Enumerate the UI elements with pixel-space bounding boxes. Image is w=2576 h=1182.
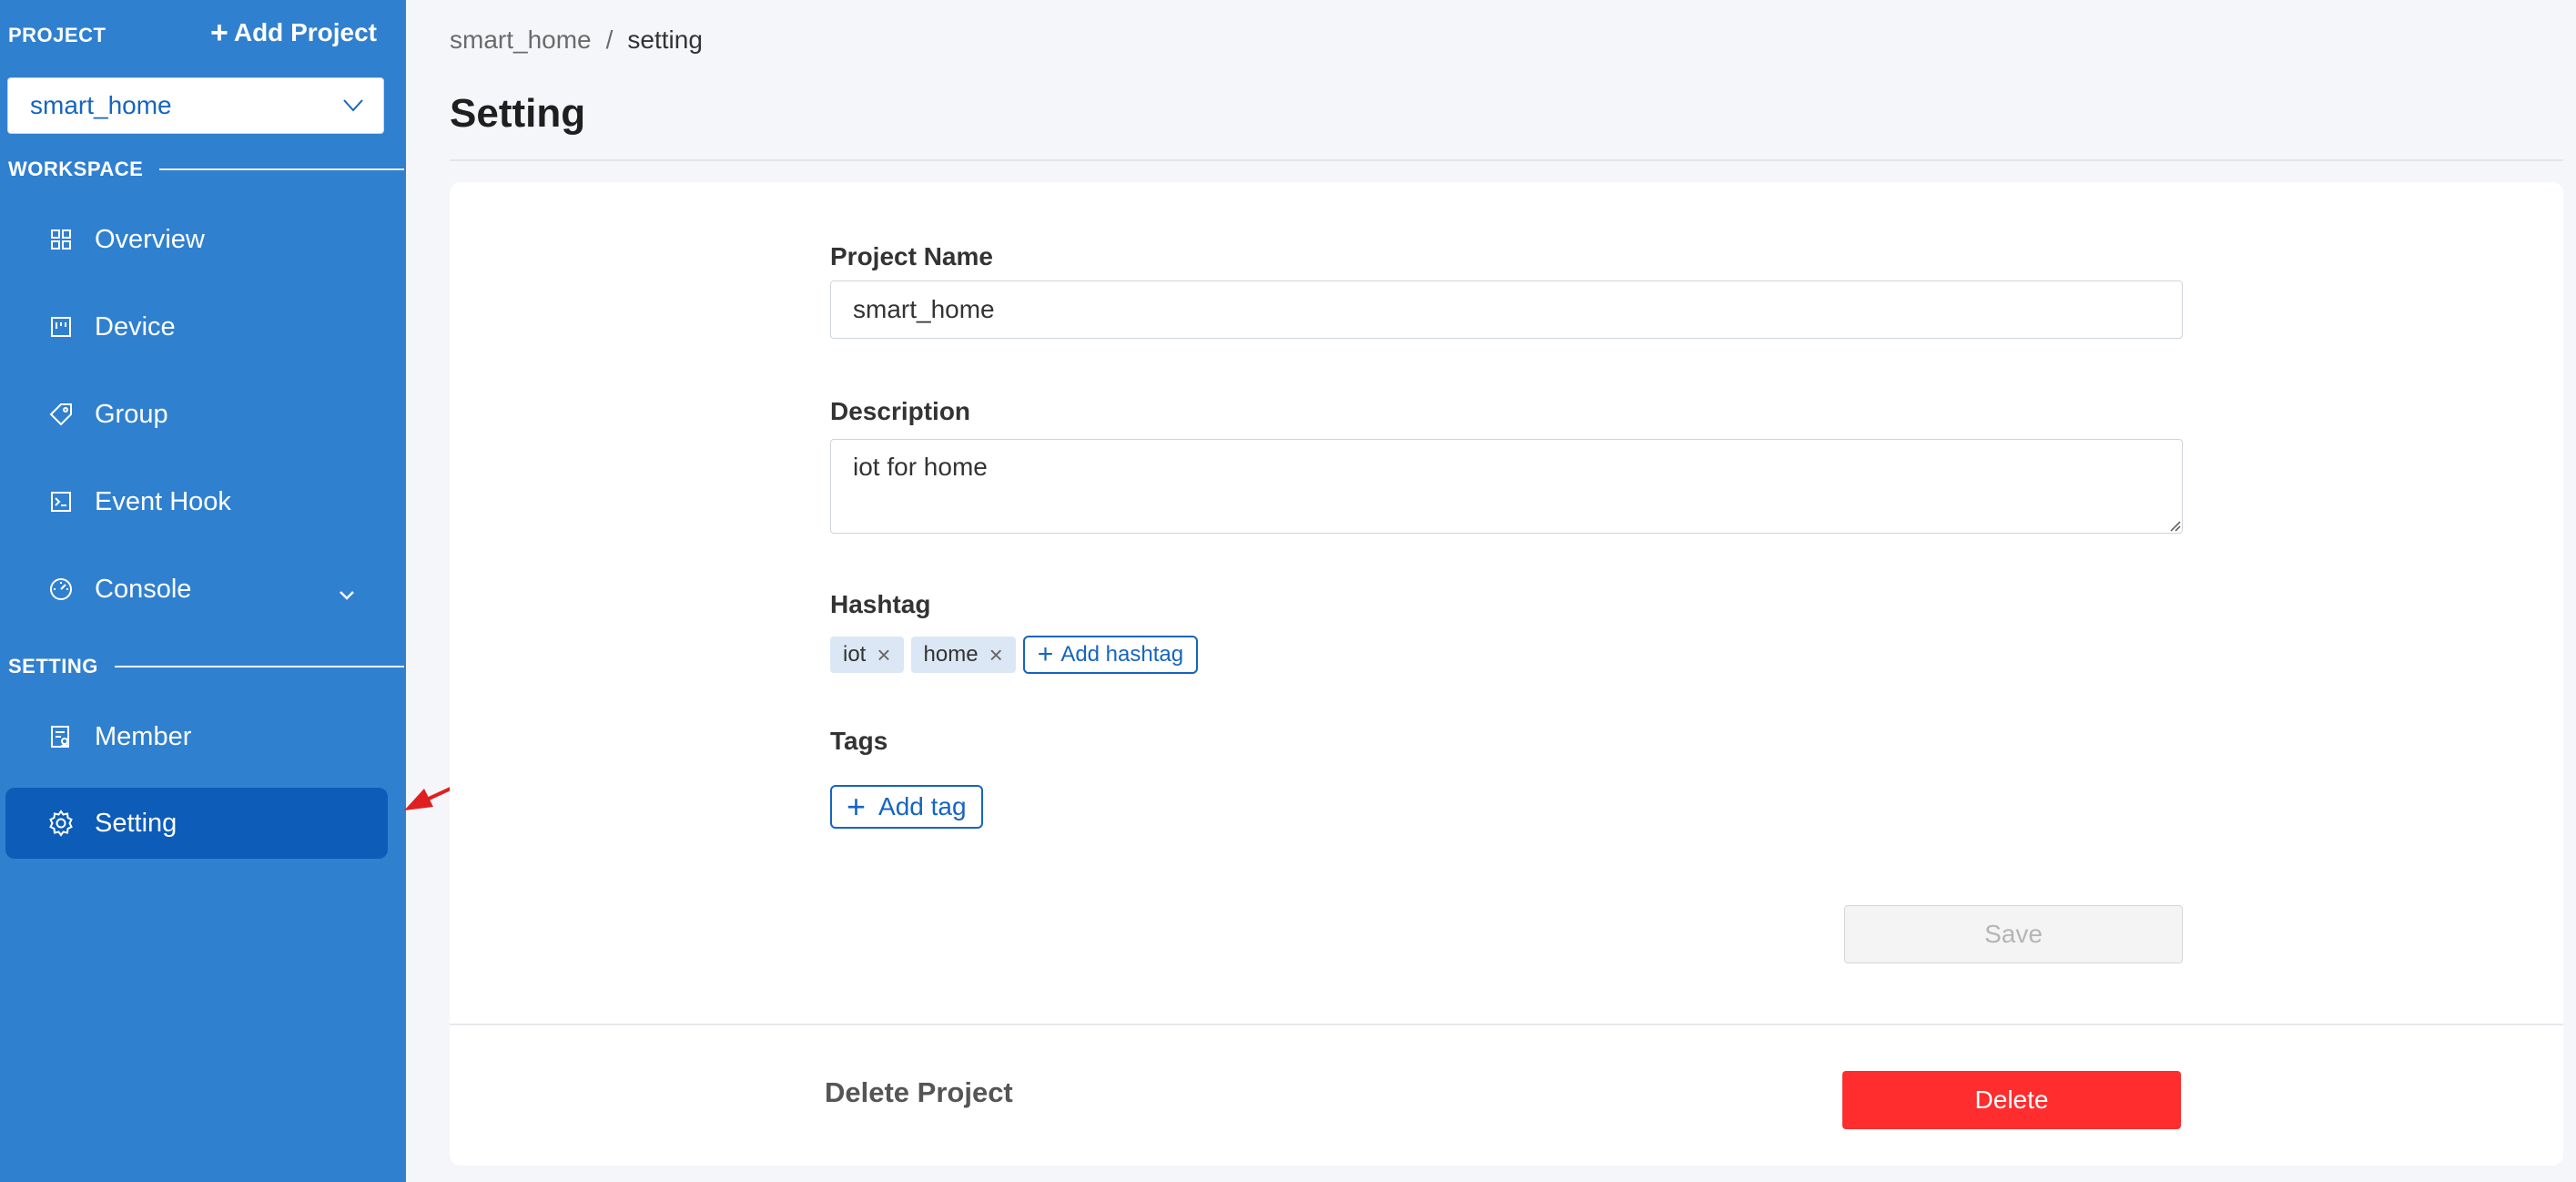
add-tag-label: Add tag — [878, 792, 967, 820]
sidebar-item-label: Device — [95, 311, 176, 341]
plus-icon: + — [847, 788, 867, 825]
hashtag-chip-label: iot — [843, 642, 867, 667]
sidebar-item-label: Event Hook — [95, 486, 231, 516]
close-icon[interactable]: × — [877, 643, 890, 667]
sidebar-item-console[interactable]: Console — [5, 554, 388, 625]
app-window: PROJECT + Add Project smart_home WORKSPA… — [0, 0, 2576, 1182]
sidebar-item-member[interactable]: Member — [5, 701, 388, 772]
dashboard-icon — [47, 576, 75, 603]
add-hashtag-label: Add hashtag — [1060, 642, 1184, 667]
title-divider — [450, 159, 2563, 161]
save-button[interactable]: Save — [1844, 905, 2183, 963]
sidebar-item-label: Overview — [95, 224, 205, 254]
hashtag-list: iot × home × + Add hashtag — [830, 636, 1199, 674]
tag-icon — [47, 401, 75, 428]
main-content: smart_home / setting Setting Project Nam… — [406, 0, 2576, 1182]
workspace-section-header: WORKSPACE — [8, 158, 404, 180]
terminal-icon — [47, 488, 75, 515]
sidebar-item-group[interactable]: Group — [5, 379, 388, 450]
resize-handle-icon[interactable] — [2170, 521, 2181, 532]
hashtag-chip-label: home — [923, 642, 979, 667]
chevron-down-icon — [343, 99, 363, 112]
description-textarea[interactable]: iot for home — [830, 439, 2183, 534]
project-select-value: smart_home — [30, 91, 172, 119]
member-icon — [47, 723, 75, 750]
close-icon[interactable]: × — [989, 643, 1003, 667]
settings-card: Project Name Description iot for home Ha… — [450, 182, 2563, 1166]
sidebar-item-label: Console — [95, 574, 192, 604]
gear-icon — [47, 810, 75, 837]
project-name-input[interactable] — [830, 280, 2183, 339]
description-label: Description — [830, 397, 971, 425]
delete-project-label: Delete Project — [825, 1076, 1013, 1108]
delete-button[interactable]: Delete — [1842, 1071, 2181, 1129]
device-icon — [47, 313, 75, 341]
hashtag-label: Hashtag — [830, 590, 931, 618]
project-name-label: Project Name — [830, 242, 993, 270]
sidebar-item-overview[interactable]: Overview — [5, 204, 388, 275]
sidebar: PROJECT + Add Project smart_home WORKSPA… — [0, 0, 406, 1182]
section-divider — [114, 666, 404, 667]
sidebar-item-label: Member — [95, 721, 192, 751]
project-section-label: PROJECT — [8, 24, 106, 46]
sidebar-item-label: Setting — [95, 808, 177, 838]
breadcrumb-separator: / — [605, 25, 614, 54]
add-tag-button[interactable]: + Add tag — [830, 785, 983, 829]
hashtag-chip: iot × — [830, 637, 904, 673]
add-project-label: Add Project — [233, 18, 377, 46]
tags-label: Tags — [830, 727, 888, 755]
add-project-button[interactable]: + Add Project — [210, 15, 377, 50]
page-title: Setting — [450, 91, 586, 136]
section-divider — [450, 1024, 2563, 1025]
sidebar-item-label: Group — [95, 399, 168, 429]
sidebar-header: PROJECT + Add Project — [0, 0, 406, 69]
workspace-section-label: WORKSPACE — [8, 158, 144, 180]
breadcrumb: smart_home / setting — [450, 25, 703, 55]
sidebar-item-device[interactable]: Device — [5, 291, 388, 362]
add-hashtag-button[interactable]: + Add hashtag — [1022, 636, 1199, 674]
grid-icon — [47, 226, 75, 253]
project-select[interactable]: smart_home — [7, 77, 384, 134]
breadcrumb-project-link[interactable]: smart_home — [450, 25, 592, 55]
setting-section-label: SETTING — [8, 655, 98, 678]
plus-icon: + — [210, 15, 228, 50]
chevron-down-icon[interactable] — [339, 578, 355, 608]
sidebar-item-setting[interactable]: Setting — [5, 788, 388, 859]
section-divider — [159, 168, 404, 170]
setting-section-header: SETTING — [8, 655, 404, 678]
hashtag-chip: home × — [910, 637, 1016, 673]
sidebar-item-event-hook[interactable]: Event Hook — [5, 466, 388, 537]
breadcrumb-current: setting — [627, 25, 703, 54]
plus-icon: + — [1037, 639, 1054, 669]
